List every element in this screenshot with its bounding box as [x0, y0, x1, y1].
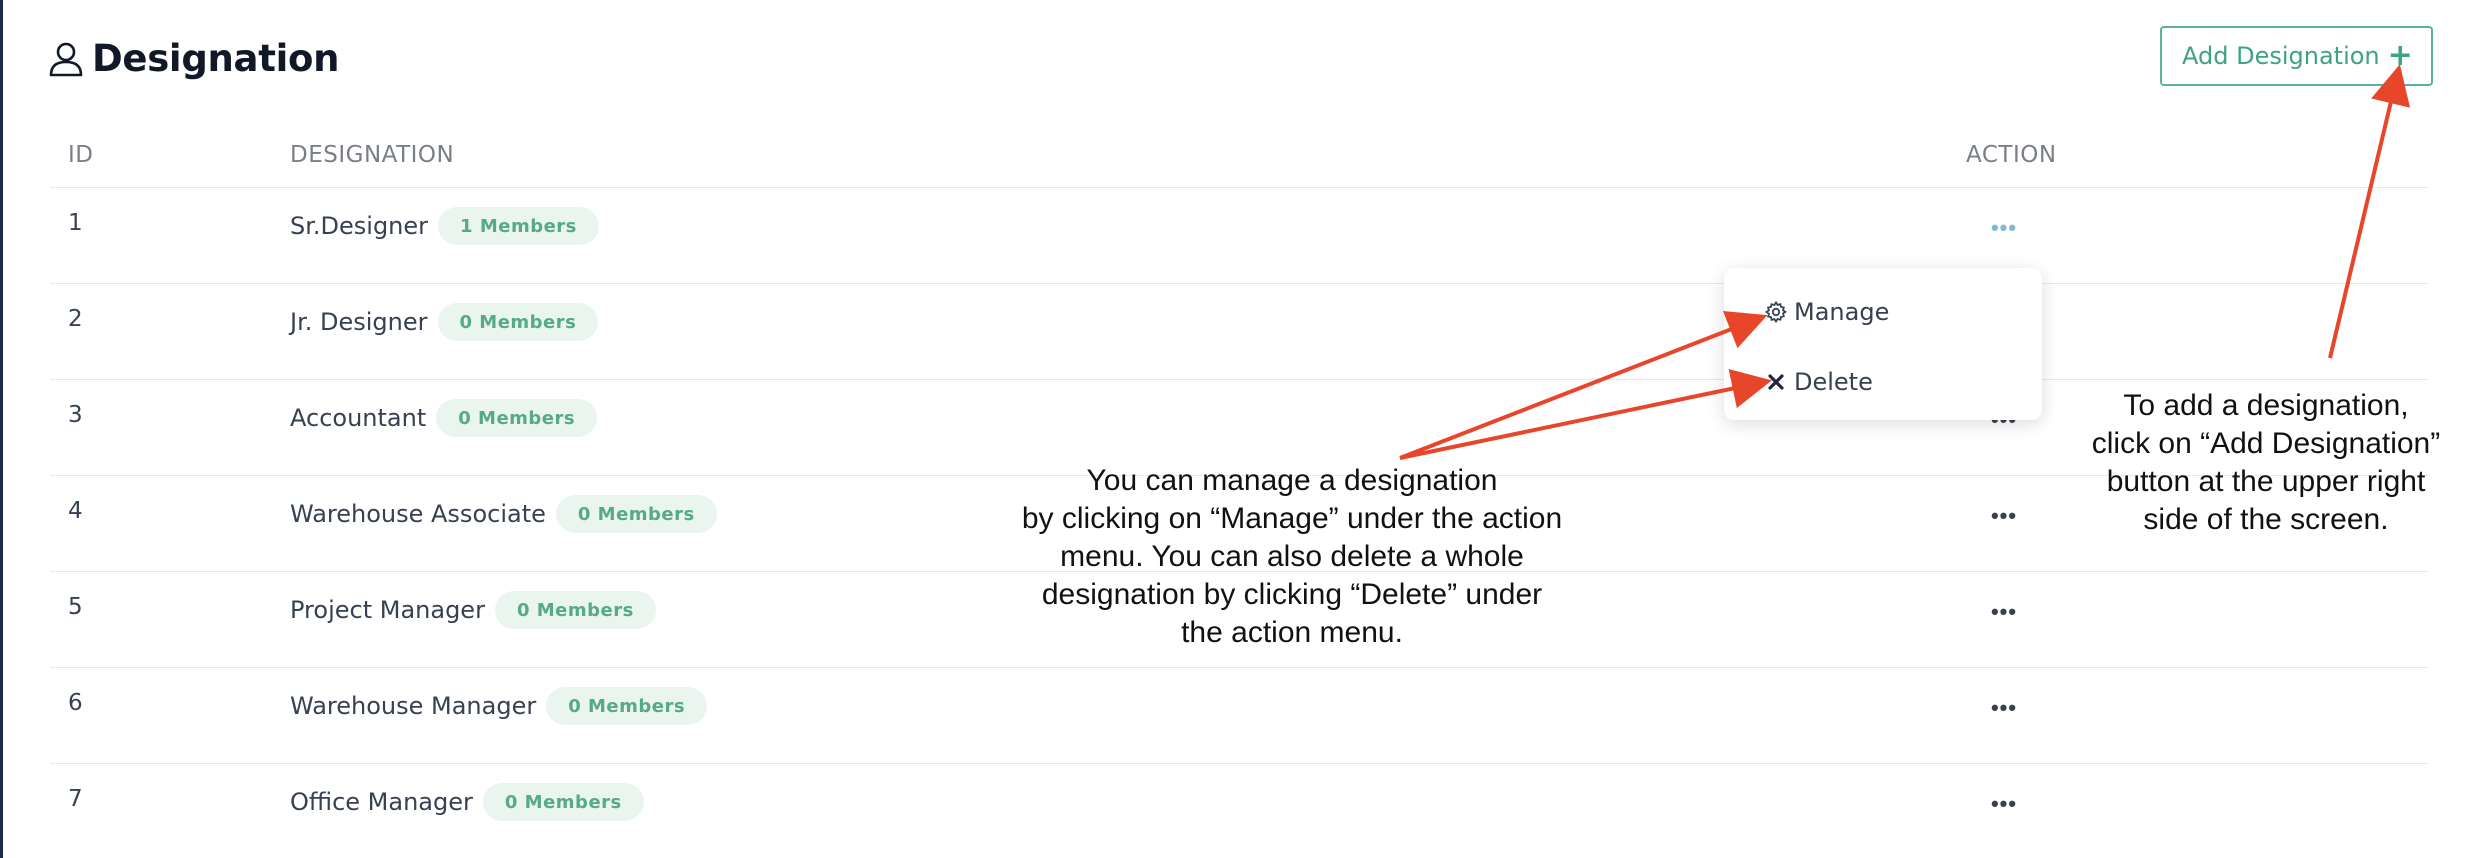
- row-designation: Warehouse Associate 0 Members: [290, 494, 717, 534]
- user-icon: [46, 36, 86, 80]
- row-id: 4: [68, 498, 83, 524]
- members-badge: 0 Members: [437, 303, 599, 341]
- designation-name[interactable]: Warehouse Manager: [290, 692, 536, 720]
- row-id: 1: [68, 210, 83, 236]
- action-dropdown-menu: Manage Delete: [1724, 268, 2042, 420]
- row-id: 5: [68, 594, 83, 620]
- add-designation-label: Add Designation: [2182, 42, 2380, 70]
- row-designation: Sr.Designer 1 Members: [290, 206, 599, 246]
- table-header: ID DESIGNATION ACTION: [50, 130, 2428, 188]
- annotation-manage-delete: You can manage a designation by clicking…: [1021, 464, 1563, 649]
- members-badge: 0 Members: [546, 687, 708, 725]
- table-row: 1 Sr.Designer 1 Members •••: [50, 188, 2428, 284]
- column-header-designation: DESIGNATION: [290, 142, 455, 168]
- gear-icon: [1764, 300, 1788, 324]
- members-badge: 0 Members: [482, 783, 644, 821]
- menu-item-manage[interactable]: Manage: [1764, 298, 1889, 326]
- page-title: Designation: [92, 36, 340, 80]
- more-dots-icon: •••: [1990, 791, 2018, 816]
- table-row: 2 Jr. Designer 0 Members •••: [50, 284, 2428, 380]
- designation-name[interactable]: Project Manager: [290, 596, 485, 624]
- row-designation: Warehouse Manager 0 Members: [290, 686, 708, 726]
- close-icon: [1764, 370, 1788, 394]
- members-badge: 1 Members: [438, 207, 599, 245]
- page-header: Designation: [46, 30, 339, 86]
- menu-item-manage-label: Manage: [1794, 298, 1890, 326]
- row-designation: Jr. Designer 0 Members: [290, 302, 599, 342]
- designation-name[interactable]: Sr.Designer: [290, 212, 428, 240]
- add-designation-button[interactable]: Add Designation +: [2160, 26, 2433, 86]
- table-row: 6 Warehouse Manager 0 Members •••: [50, 668, 2428, 764]
- more-dots-icon: •••: [1990, 599, 2018, 624]
- menu-item-delete[interactable]: Delete: [1764, 368, 1873, 396]
- action-menu-button[interactable]: •••: [1984, 215, 2024, 240]
- designation-name[interactable]: Accountant: [290, 404, 426, 432]
- row-designation: Project Manager 0 Members: [290, 590, 656, 630]
- row-designation: Office Manager 0 Members: [290, 782, 644, 822]
- action-menu-button[interactable]: •••: [1984, 503, 2024, 528]
- row-id: 2: [68, 306, 83, 332]
- row-id: 7: [68, 786, 83, 812]
- row-id: 6: [68, 690, 83, 716]
- column-header-action: ACTION: [1966, 142, 2057, 168]
- action-menu-button[interactable]: •••: [1984, 599, 2024, 624]
- designation-name[interactable]: Warehouse Associate: [290, 500, 546, 528]
- members-badge: 0 Members: [494, 591, 656, 629]
- row-designation: Accountant 0 Members: [290, 398, 598, 438]
- annotation-add-designation: To add a designation, click on “Add Desi…: [2091, 389, 2441, 536]
- designation-name[interactable]: Office Manager: [290, 788, 473, 816]
- members-badge: 0 Members: [436, 399, 598, 437]
- action-menu-button[interactable]: •••: [1984, 695, 2024, 720]
- designation-name[interactable]: Jr. Designer: [290, 308, 428, 336]
- row-id: 3: [68, 402, 83, 428]
- left-edge-border: [0, 0, 3, 858]
- column-header-id: ID: [68, 142, 94, 168]
- plus-icon: +: [2387, 38, 2413, 73]
- table-row: 7 Office Manager 0 Members •••: [50, 764, 2428, 858]
- more-dots-icon: •••: [1990, 215, 2018, 240]
- more-dots-icon: •••: [1990, 503, 2018, 528]
- members-badge: 0 Members: [555, 495, 717, 533]
- more-dots-icon: •••: [1990, 695, 2018, 720]
- action-menu-button[interactable]: •••: [1984, 791, 2024, 816]
- menu-item-delete-label: Delete: [1794, 368, 1873, 396]
